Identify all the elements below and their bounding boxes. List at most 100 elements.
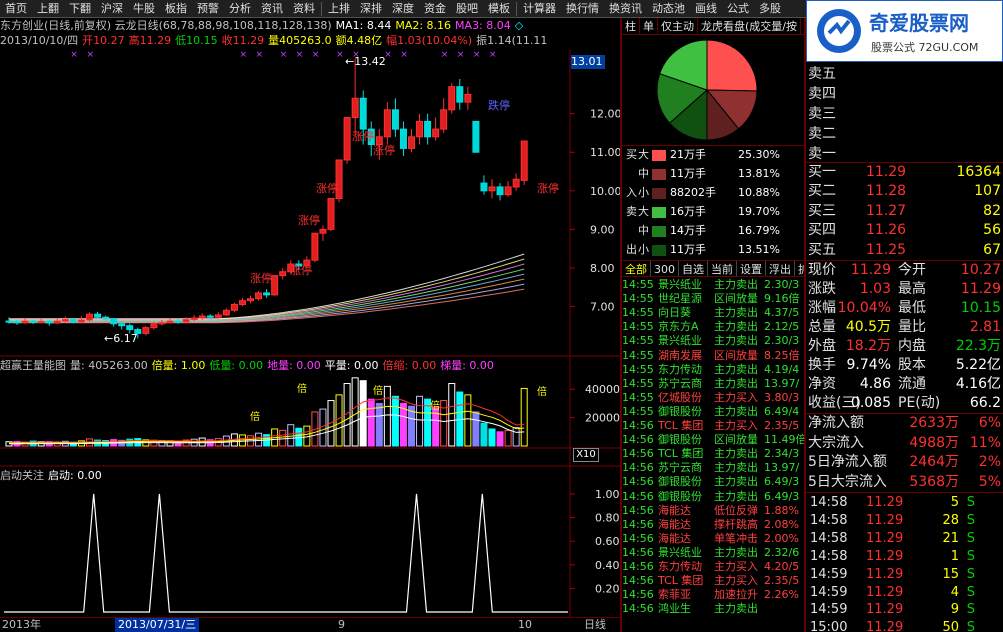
signal-list-row[interactable]: 14:55 东力传动 主力卖出 4.19/4 (622, 363, 804, 377)
volume-bar[interactable] (391, 395, 399, 447)
period-label[interactable]: 日线 (584, 618, 606, 632)
candle[interactable] (424, 113, 432, 145)
signal-list-row[interactable]: 14:55 苏宁云商 主力卖出 13.97/ (622, 377, 804, 391)
volume-bar[interactable] (359, 380, 367, 447)
volume-bar[interactable] (416, 395, 424, 447)
signal-list-tab[interactable]: 浮出 (766, 261, 795, 276)
candle[interactable] (247, 295, 254, 304)
signal-list-tab[interactable]: 设置 (737, 261, 766, 276)
candle[interactable] (399, 121, 407, 157)
signal-list-row[interactable]: 14:56 海能达 单笔冲击 2.00% (622, 532, 804, 546)
signal-list-row[interactable]: 14:55 京东方A 主力卖出 2.12/5 (622, 320, 804, 334)
signal-list-row[interactable]: 14:56 景兴纸业 主力卖出 2.32/6 (622, 546, 804, 560)
longhu-tab[interactable]: 单 (640, 18, 658, 34)
signal-list-row[interactable]: 14:55 御银股份 主力卖出 6.49/4 (622, 405, 804, 419)
candle[interactable] (416, 113, 424, 145)
volume-bar[interactable] (375, 402, 383, 447)
stat-label: 涨跌 (808, 281, 836, 297)
candle[interactable] (440, 98, 448, 133)
volume-bar[interactable] (496, 431, 504, 447)
candle[interactable] (520, 140, 528, 186)
toolbar-item[interactable]: 多股 (754, 0, 786, 17)
candle[interactable] (279, 267, 287, 280)
candle[interactable] (432, 117, 440, 141)
candle[interactable] (182, 317, 190, 323)
candle[interactable] (504, 181, 512, 197)
candle[interactable] (94, 311, 102, 319)
candle[interactable] (383, 102, 391, 145)
candle[interactable] (263, 289, 271, 298)
candle[interactable] (327, 198, 335, 232)
candle[interactable] (86, 312, 93, 322)
candle[interactable] (512, 173, 520, 191)
volume-bar[interactable] (351, 377, 359, 447)
signal-list-row[interactable]: 14:55 景兴纸业 主力卖出 2.30/3 (622, 278, 804, 292)
volume-bar[interactable] (464, 394, 472, 447)
volume-bar[interactable] (448, 383, 456, 447)
volume-bar[interactable] (335, 394, 343, 447)
signal-list-tab[interactable]: 全部 (622, 261, 651, 276)
volume-bar[interactable] (399, 402, 407, 447)
candle[interactable] (110, 318, 118, 327)
candle[interactable] (142, 325, 150, 336)
candle[interactable] (496, 183, 504, 201)
volume-bar[interactable] (520, 387, 528, 447)
candle[interactable] (222, 308, 230, 317)
signal-list-row[interactable]: 14:55 世纪星源 区间放量 9.16倍 (622, 292, 804, 306)
longhu-tab[interactable]: 龙虎看盘(成交量/按 (698, 18, 801, 34)
candle[interactable] (456, 78, 464, 110)
signal-list-row[interactable]: 14:56 御银股份 区间放量 11.49倍 (622, 433, 804, 447)
volume-bar[interactable] (512, 427, 520, 447)
signal-list-row[interactable]: 14:55 向日葵 主力卖出 4.37/5 (622, 306, 804, 320)
candle[interactable] (464, 86, 472, 110)
candle[interactable] (343, 117, 351, 164)
candle[interactable] (214, 312, 222, 319)
signal-list-row[interactable]: 14:56 TCL 集团 主力卖出 2.34/3 (622, 447, 804, 461)
candle[interactable] (311, 232, 319, 263)
signal-list-row[interactable]: 14:56 鸿业生 主力卖出 (622, 602, 804, 616)
volume-bar[interactable] (287, 424, 295, 447)
candle[interactable] (448, 82, 456, 114)
candle[interactable] (271, 275, 279, 296)
kline-chart[interactable]: × × × × × × × × × × × × × × × 12.0011.0010.009.008.007… (0, 0, 622, 632)
signal-list-row[interactable]: 14:55 亿城股份 主力买入 3.80/3 (622, 391, 804, 405)
toolbar-item[interactable]: 画线 (690, 0, 722, 17)
signal-list-tab[interactable]: 当前 (708, 261, 737, 276)
volume-bar[interactable] (480, 422, 488, 447)
candle[interactable] (45, 320, 53, 326)
toolbar-item[interactable]: 动态池 (647, 0, 690, 17)
signal-list-row[interactable]: 14:56 苏宁云商 主力卖出 13.97/ (622, 461, 804, 475)
signal-list-row[interactable]: 14:56 海能达 低位反弹 1.88% (622, 504, 804, 518)
candle[interactable] (238, 297, 246, 307)
candle[interactable] (351, 58, 359, 137)
volume-bar[interactable] (383, 385, 391, 447)
candle[interactable] (319, 225, 327, 241)
candle[interactable] (255, 291, 263, 301)
toolbar-item[interactable]: 公式 (722, 0, 754, 17)
volume-bar[interactable] (279, 429, 287, 447)
signal-list-row[interactable]: 14:55 景兴纸业 主力卖出 2.30/3 (622, 334, 804, 348)
signal-list-row[interactable]: 14:56 东力传动 主力买入 4.20/5 (622, 560, 804, 574)
signal-list-row[interactable]: 14:56 TCL 集团 主力买入 2.35/5 (622, 419, 804, 433)
longhu-tab[interactable]: 柱 (622, 18, 640, 34)
candle[interactable] (391, 98, 399, 137)
signal-list-row[interactable]: 14:56 TCL 集团 主力买入 2.35/5 (622, 574, 804, 588)
signal-list-tab[interactable]: 自选 (679, 261, 708, 276)
signal-list-row[interactable]: 14:56 索菲亚 加速拉升 2.26% (622, 588, 804, 602)
volume-bar[interactable] (488, 428, 496, 447)
candle[interactable] (408, 129, 415, 153)
signal-list-tab[interactable]: 300 (651, 261, 679, 276)
signal-list-row[interactable]: 14:56 御银股份 主力卖出 6.49/3 (622, 490, 804, 504)
candle[interactable] (230, 302, 238, 313)
candle[interactable] (472, 120, 480, 153)
volume-bar[interactable] (367, 398, 375, 447)
volume-bar[interactable] (472, 411, 480, 447)
volume-bar[interactable] (504, 429, 512, 447)
signal-list-tab[interactable]: 扩 (795, 261, 804, 276)
signal-list-row[interactable]: 14:56 海能达 撑杆跳高 2.08% (622, 518, 804, 532)
longhu-tab[interactable]: 仅主动 (658, 18, 698, 34)
signal-list-row[interactable]: 14:55 湖南发展 区间放量 8.25倍 (622, 349, 804, 363)
candle[interactable] (480, 175, 488, 195)
candle[interactable] (488, 179, 496, 199)
signal-list-row[interactable]: 14:56 御银股份 主力卖出 6.49/3 (622, 475, 804, 489)
